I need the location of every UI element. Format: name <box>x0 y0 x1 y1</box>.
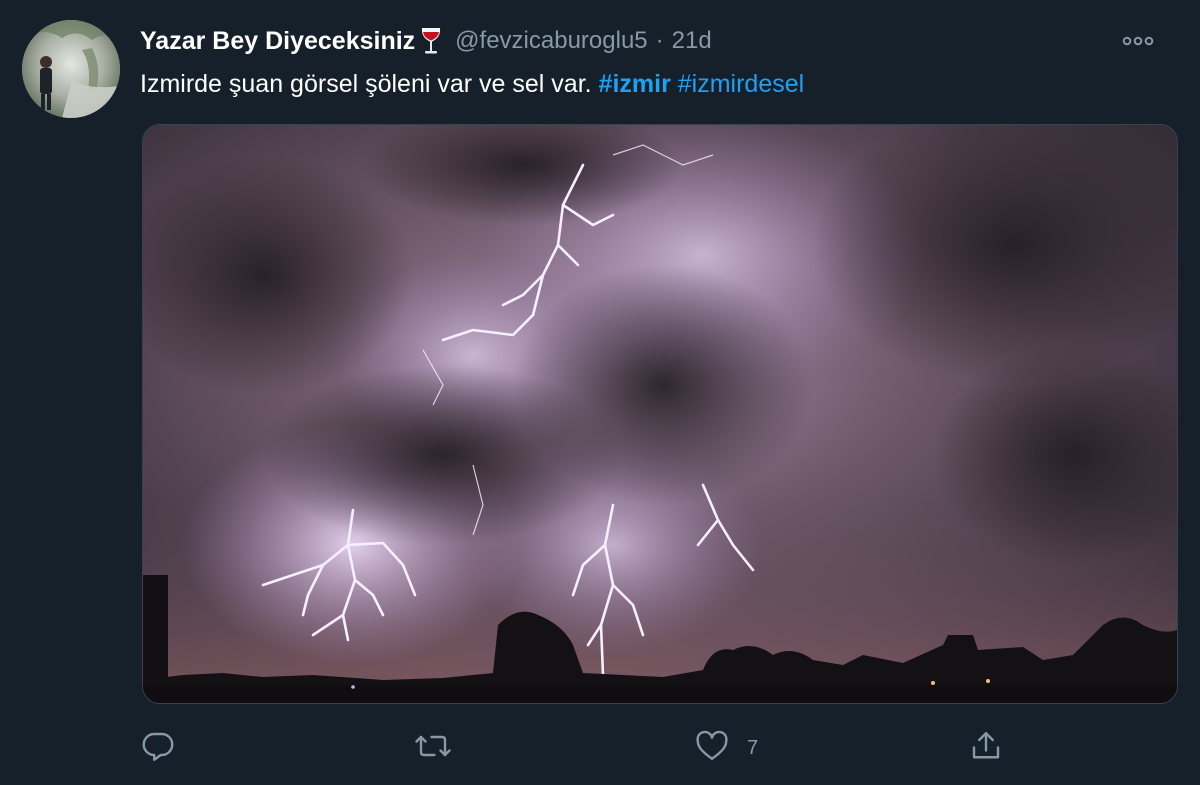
share-button[interactable] <box>968 728 1020 768</box>
tweet[interactable]: Yazar Bey Diyeceksiniz @fevzicaburoglu5 … <box>0 0 1200 785</box>
wine-glass-icon <box>419 26 443 56</box>
like-count: 7 <box>747 736 759 759</box>
display-name[interactable]: Yazar Bey Diyeceksiniz <box>140 27 415 56</box>
avatar[interactable] <box>22 20 120 118</box>
tweet-text-body: Izmirde şuan görsel şöleni var ve sel va… <box>140 70 592 98</box>
tweet-header: Yazar Bey Diyeceksiniz @fevzicaburoglu5 … <box>140 24 1170 58</box>
reply-icon <box>140 728 176 769</box>
tweet-text: Izmirde şuan görsel şöleni var ve sel va… <box>140 68 1170 100</box>
tweet-media-image[interactable] <box>142 124 1178 704</box>
hashtag-izmir[interactable]: #izmir <box>599 70 671 98</box>
heart-icon <box>693 728 731 769</box>
tweet-actions: 7 <box>140 728 1040 768</box>
like-button[interactable]: 7 <box>693 728 758 768</box>
timestamp[interactable]: 21d <box>672 27 712 55</box>
more-options-icon[interactable] <box>1120 26 1156 56</box>
retweet-button[interactable] <box>413 728 469 768</box>
retweet-icon <box>413 728 453 769</box>
hashtag-izmirdesel[interactable]: #izmirdesel <box>678 70 804 98</box>
separator-dot: · <box>655 27 664 54</box>
user-handle[interactable]: @fevzicaburoglu5 <box>455 27 647 55</box>
reply-button[interactable] <box>140 728 192 768</box>
share-icon <box>968 728 1004 769</box>
